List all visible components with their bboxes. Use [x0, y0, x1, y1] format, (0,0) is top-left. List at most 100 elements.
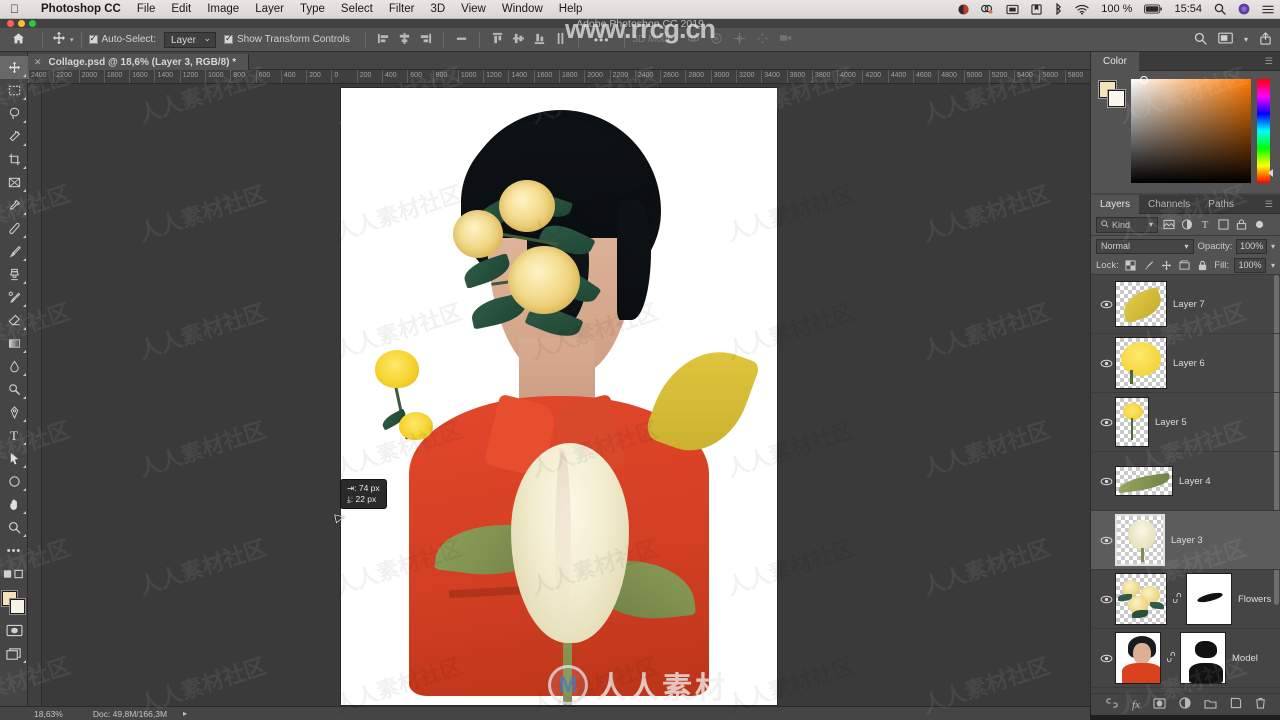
tool-clone-stamp[interactable]: [0, 263, 28, 286]
lock-position-icon[interactable]: [1160, 258, 1173, 272]
lock-image-pixels-icon[interactable]: [1142, 258, 1155, 272]
screen-mode-icon[interactable]: [0, 642, 28, 665]
tool-preset-chevron-icon[interactable]: ▾: [70, 36, 74, 44]
clock-time[interactable]: 15:54: [1168, 3, 1208, 15]
wifi-icon[interactable]: [1069, 4, 1095, 15]
layer-name[interactable]: Layer 5: [1155, 417, 1187, 428]
auto-select-scope-dropdown[interactable]: Layer: [164, 31, 216, 48]
distribute-vertical-icon[interactable]: [554, 32, 567, 48]
tool-eraser[interactable]: [0, 309, 28, 332]
layer-thumbnail[interactable]: [1115, 514, 1165, 566]
tool-eyedropper[interactable]: [0, 194, 28, 217]
artboard[interactable]: [341, 88, 777, 705]
lock-all-icon[interactable]: [1196, 258, 1209, 272]
tool-crop[interactable]: [0, 148, 28, 171]
menu-3d[interactable]: 3D: [422, 3, 453, 15]
color-field-marker[interactable]: [1140, 76, 1148, 84]
document-tab[interactable]: ✕ Collage.psd @ 18,6% (Layer 3, RGB/8) *: [28, 53, 250, 72]
link-layers-icon[interactable]: [1105, 698, 1119, 711]
menu-file[interactable]: File: [129, 3, 164, 15]
home-icon[interactable]: [12, 32, 25, 48]
opacity-value[interactable]: 100%: [1236, 238, 1267, 254]
add-layer-mask-icon[interactable]: [1153, 697, 1166, 712]
tool-marquee[interactable]: [0, 79, 28, 102]
tab-layers[interactable]: Layers: [1091, 194, 1140, 214]
layer-mask-thumbnail[interactable]: [1180, 632, 1226, 684]
layer-row[interactable]: Layer 5: [1091, 393, 1280, 452]
orbit-3d-icon[interactable]: [687, 32, 700, 48]
align-vertical-centers-icon[interactable]: [512, 32, 525, 48]
new-adjustment-layer-icon[interactable]: [1179, 697, 1191, 712]
roll-3d-icon[interactable]: [710, 32, 723, 48]
background-color-swatch[interactable]: [1108, 90, 1125, 107]
menu-select[interactable]: Select: [333, 3, 381, 15]
align-left-edges-icon[interactable]: [377, 32, 390, 48]
menu-edit[interactable]: Edit: [163, 3, 199, 15]
menu-window[interactable]: Window: [494, 3, 551, 15]
slide-3d-icon[interactable]: [756, 32, 769, 48]
tool-edit-toolbar[interactable]: •••: [0, 539, 28, 562]
tool-shape[interactable]: [0, 470, 28, 493]
filter-image-icon[interactable]: [1162, 218, 1176, 232]
opacity-chevron-icon[interactable]: ▾: [1271, 242, 1275, 251]
color-panel-body[interactable]: [1091, 71, 1280, 193]
tool-pen[interactable]: [0, 401, 28, 424]
layer-row[interactable]: Layer 7: [1091, 275, 1280, 334]
layer-row[interactable]: Layer 3: [1091, 511, 1280, 570]
layer-name[interactable]: Flowers: [1238, 594, 1271, 605]
canvas-area[interactable]: ⇥: 74 px ⤓: 22 px ▷: [42, 84, 1090, 706]
tab-channels[interactable]: Channels: [1139, 195, 1199, 214]
search-icon[interactable]: [1208, 3, 1232, 15]
auto-select-checkbox[interactable]: [88, 33, 98, 44]
align-horizontal-centers-icon[interactable]: [398, 32, 411, 48]
close-button[interactable]: [7, 20, 14, 27]
share-icon[interactable]: [1259, 31, 1272, 48]
filter-type-icon[interactable]: T: [1198, 218, 1212, 232]
new-layer-icon[interactable]: [1230, 697, 1242, 712]
delete-layer-icon[interactable]: [1255, 697, 1266, 712]
user-icon[interactable]: [952, 3, 975, 15]
layer-name[interactable]: Layer 3: [1171, 535, 1203, 546]
menu-help[interactable]: Help: [551, 3, 591, 15]
layer-name[interactable]: Model: [1232, 653, 1258, 664]
align-bottom-edges-icon[interactable]: [533, 32, 546, 48]
filter-adjustment-icon[interactable]: [1180, 218, 1194, 232]
layer-visibility-icon[interactable]: [1097, 654, 1115, 663]
battery-icon[interactable]: [1138, 4, 1168, 14]
layer-visibility-icon[interactable]: [1097, 536, 1115, 545]
traffic-lights[interactable]: [7, 20, 36, 27]
menu-filter[interactable]: Filter: [381, 3, 423, 15]
filter-shape-icon[interactable]: [1216, 218, 1230, 232]
add-layer-style-icon[interactable]: fx: [1132, 699, 1140, 711]
color-field[interactable]: [1131, 76, 1251, 183]
tool-magic-wand[interactable]: [0, 125, 28, 148]
search-icon[interactable]: [1194, 32, 1207, 48]
zoom-level[interactable]: 18,63%: [34, 709, 63, 719]
tool-healing-brush[interactable]: [0, 217, 28, 240]
layer-name[interactable]: Layer 6: [1173, 358, 1205, 369]
layer-name[interactable]: Layer 4: [1179, 476, 1211, 487]
layer-visibility-icon[interactable]: [1097, 359, 1115, 368]
layer-row[interactable]: Flowers: [1091, 570, 1280, 629]
pan-3d-icon[interactable]: [733, 32, 746, 48]
horizontal-ruler[interactable]: 2400 2200 2000 1800 1600 1400 1200 1000 800 600 40…: [28, 70, 1090, 84]
tool-hand[interactable]: [0, 493, 28, 516]
layer-visibility-icon[interactable]: [1097, 595, 1115, 604]
show-transform-controls-checkbox[interactable]: [224, 33, 233, 44]
lock-artboard-icon[interactable]: [1178, 258, 1191, 272]
more-options-button[interactable]: •••: [594, 33, 610, 47]
menu-layer[interactable]: Layer: [247, 3, 292, 15]
layer-thumbnail[interactable]: [1115, 397, 1149, 447]
hue-slider[interactable]: [1257, 79, 1273, 183]
tool-move[interactable]: [0, 56, 28, 79]
apple-icon[interactable]: : [10, 2, 19, 16]
dropbox-icon[interactable]: [975, 4, 1000, 15]
new-group-icon[interactable]: [1204, 698, 1217, 712]
blend-mode-dropdown[interactable]: Normal ▾: [1096, 238, 1194, 254]
tool-quick-mask-row[interactable]: [0, 562, 28, 585]
panel-menu-icon[interactable]: ☰: [1265, 199, 1273, 210]
tool-gradient[interactable]: [0, 332, 28, 355]
fill-chevron-icon[interactable]: ▾: [1271, 261, 1275, 270]
distribute-icon[interactable]: [455, 32, 468, 48]
display-icon[interactable]: [1000, 4, 1025, 15]
